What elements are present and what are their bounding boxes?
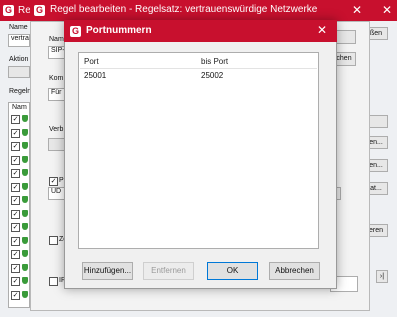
- shield-icon: [22, 128, 28, 136]
- rule-checkbox[interactable]: ✓: [11, 223, 20, 232]
- shield-icon: [22, 182, 28, 190]
- shield-icon: [22, 223, 28, 230]
- rule-checkbox[interactable]: ✓: [11, 263, 20, 273]
- rule-checkbox[interactable]: ✓: [11, 236, 20, 246]
- shield-icon: [22, 263, 28, 271]
- rule-checkbox[interactable]: ✓: [11, 182, 20, 192]
- shield-icon: [22, 277, 28, 284]
- column-header-bis-port[interactable]: bis Port: [201, 57, 228, 66]
- port-list[interactable]: [78, 52, 319, 249]
- rule-checkbox[interactable]: ✓: [11, 209, 20, 219]
- mid-protocol-label: P: [59, 177, 64, 184]
- back-aktion-button[interactable]: [8, 66, 30, 78]
- shield-icon: [22, 155, 28, 163]
- mid-window-close-icon[interactable]: ✕: [352, 4, 362, 16]
- back-nam-header: Nam: [12, 104, 27, 111]
- rule-checkbox[interactable]: ✓: [11, 169, 20, 178]
- rule-checkbox[interactable]: ✓: [11, 115, 20, 124]
- port-dialog-title: Portnummern: [86, 25, 152, 36]
- mid-ze-checkbox[interactable]: [49, 236, 58, 245]
- gdata-logo-icon-dialog: G: [70, 26, 81, 37]
- remove-button[interactable]: Entfernen: [143, 262, 194, 280]
- table-row-port[interactable]: 25001: [84, 71, 106, 80]
- shield-icon: [22, 115, 28, 122]
- shield-icon: [22, 169, 28, 176]
- mid-komm-label: Kom: [49, 75, 64, 82]
- back-regeln-label: Regeln: [9, 88, 32, 95]
- gdata-logo-icon-mid: G: [34, 5, 45, 16]
- shield-icon: [22, 209, 28, 217]
- mid-name-label: Nam: [49, 36, 64, 43]
- gdata-logo-icon: G: [3, 5, 14, 16]
- back-window-close-icon[interactable]: ✕: [382, 4, 392, 16]
- rule-checkbox[interactable]: ✓: [11, 155, 20, 165]
- mid-protocol-checkbox[interactable]: ✓: [49, 177, 58, 186]
- rule-checkbox[interactable]: ✓: [11, 142, 20, 151]
- back-name-label: Name: [9, 24, 28, 31]
- shield-icon: [22, 142, 28, 149]
- table-row-bis-port[interactable]: 25002: [201, 71, 223, 80]
- back-name-field[interactable]: vertra: [8, 34, 30, 47]
- back-right-arrow-button[interactable]: ›|: [376, 270, 388, 283]
- add-button[interactable]: Hinzufügen...: [82, 262, 133, 280]
- shield-icon: [22, 236, 28, 244]
- rule-checkbox[interactable]: ✓: [11, 290, 20, 300]
- shield-icon: [22, 290, 28, 298]
- rule-checkbox[interactable]: ✓: [11, 250, 20, 259]
- shield-icon: [22, 250, 28, 257]
- ok-button[interactable]: OK: [207, 262, 258, 280]
- column-header-port[interactable]: Port: [84, 57, 99, 66]
- column-header-divider: [80, 68, 317, 69]
- mid-window-title: Regel bearbeiten - Regelsatz: vertrauens…: [50, 4, 318, 15]
- rule-checkbox[interactable]: ✓: [11, 277, 20, 286]
- mid-ip-checkbox[interactable]: [49, 277, 58, 286]
- back-window-title: Re: [18, 5, 31, 16]
- rule-checkbox[interactable]: ✓: [11, 196, 20, 205]
- back-aktion-label: Aktion: [9, 56, 29, 63]
- port-dialog-close-icon[interactable]: ✕: [317, 24, 327, 36]
- mid-verb-label: Verb: [49, 126, 64, 133]
- rule-checkbox[interactable]: ✓: [11, 128, 20, 138]
- cancel-button[interactable]: Abbrechen: [269, 262, 320, 280]
- shield-icon: [22, 196, 28, 203]
